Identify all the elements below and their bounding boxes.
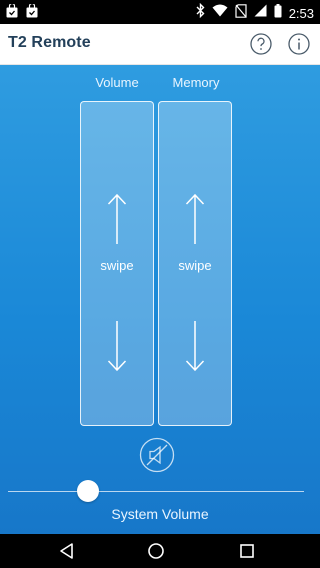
arrow-up-icon — [159, 193, 231, 245]
speaker-muted-icon — [139, 437, 175, 473]
system-volume-slider-thumb[interactable] — [76, 480, 99, 502]
system-volume-label: System Volume — [111, 506, 209, 522]
status-right-icons: 2:53 — [196, 2, 314, 23]
navigation-bar — [0, 534, 320, 568]
app-bar: T2 Remote — [0, 24, 320, 65]
status-bar: 2:53 — [0, 0, 320, 24]
recents-square-icon — [240, 544, 254, 558]
back-triangle-icon — [60, 543, 73, 559]
home-circle-icon — [148, 543, 164, 559]
no-sim-icon — [235, 3, 247, 23]
volume-swipe-panel[interactable]: swipe — [80, 101, 154, 426]
bag-notification-icon — [6, 4, 18, 18]
arrow-down-icon — [81, 320, 153, 372]
volume-swipe-hint: swipe — [100, 258, 134, 273]
help-button[interactable] — [250, 33, 272, 55]
arrow-down-icon — [159, 320, 231, 372]
mute-button[interactable] — [139, 437, 175, 473]
arrow-up-icon — [81, 193, 153, 245]
battery-icon — [274, 3, 282, 23]
wifi-icon — [212, 4, 228, 22]
signal-icon — [254, 4, 267, 22]
memory-label: Memory — [172, 75, 220, 90]
recents-button[interactable] — [238, 542, 256, 560]
question-circle-icon — [250, 33, 272, 55]
remote-control-area: Volume Memory swipe swipe System Volume — [0, 65, 320, 534]
app-title: T2 Remote — [8, 34, 91, 51]
memory-swipe-panel[interactable]: swipe — [158, 101, 232, 426]
home-button[interactable] — [147, 542, 165, 560]
back-button[interactable] — [58, 542, 76, 560]
status-left-icons — [6, 4, 38, 18]
bluetooth-icon — [196, 2, 205, 23]
bag-notification-icon — [26, 4, 38, 18]
info-button[interactable] — [288, 33, 310, 55]
info-circle-icon — [288, 33, 310, 55]
system-volume-slider-track[interactable] — [8, 491, 304, 492]
status-time: 2:53 — [288, 5, 314, 21]
volume-label: Volume — [95, 75, 139, 90]
memory-swipe-hint: swipe — [178, 258, 212, 273]
